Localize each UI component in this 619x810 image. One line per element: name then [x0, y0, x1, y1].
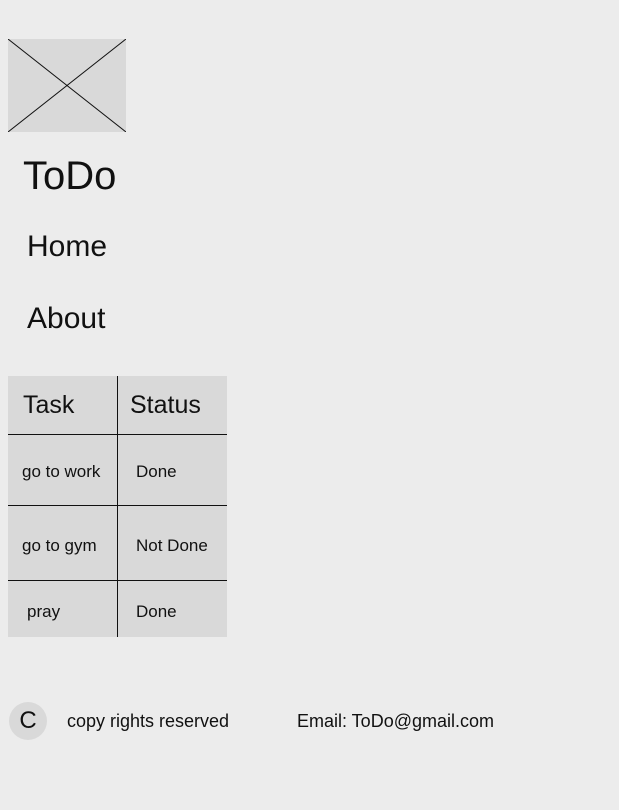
footer-copyright: copy rights reserved: [67, 711, 230, 731]
footer-email: Email: ToDo@gmail.com: [297, 711, 494, 731]
nav-link-about[interactable]: About: [27, 299, 105, 339]
table-cell-task: go to gym: [22, 536, 97, 555]
table-cell-status: Done: [136, 462, 177, 481]
table-cell-status: Not Done: [136, 536, 208, 555]
table-column-divider: [117, 376, 118, 637]
table-row-divider: [8, 505, 227, 506]
nav-link-home[interactable]: Home: [27, 227, 107, 267]
table-cell-task: go to work: [22, 462, 101, 481]
table-header-task: Task: [23, 391, 75, 419]
table-row-divider: [8, 434, 227, 435]
logo-placeholder: [8, 39, 126, 132]
table-cell-status: Done: [136, 602, 177, 621]
task-table: Task Status go to work Done go to gym No…: [8, 376, 227, 637]
table-row-divider: [8, 580, 227, 581]
copyright-badge: C: [9, 702, 47, 740]
table-header-status: Status: [130, 391, 201, 419]
image-placeholder-icon: [8, 39, 126, 132]
app-title: ToDo: [23, 154, 117, 198]
table-cell-task: pray: [27, 602, 61, 621]
